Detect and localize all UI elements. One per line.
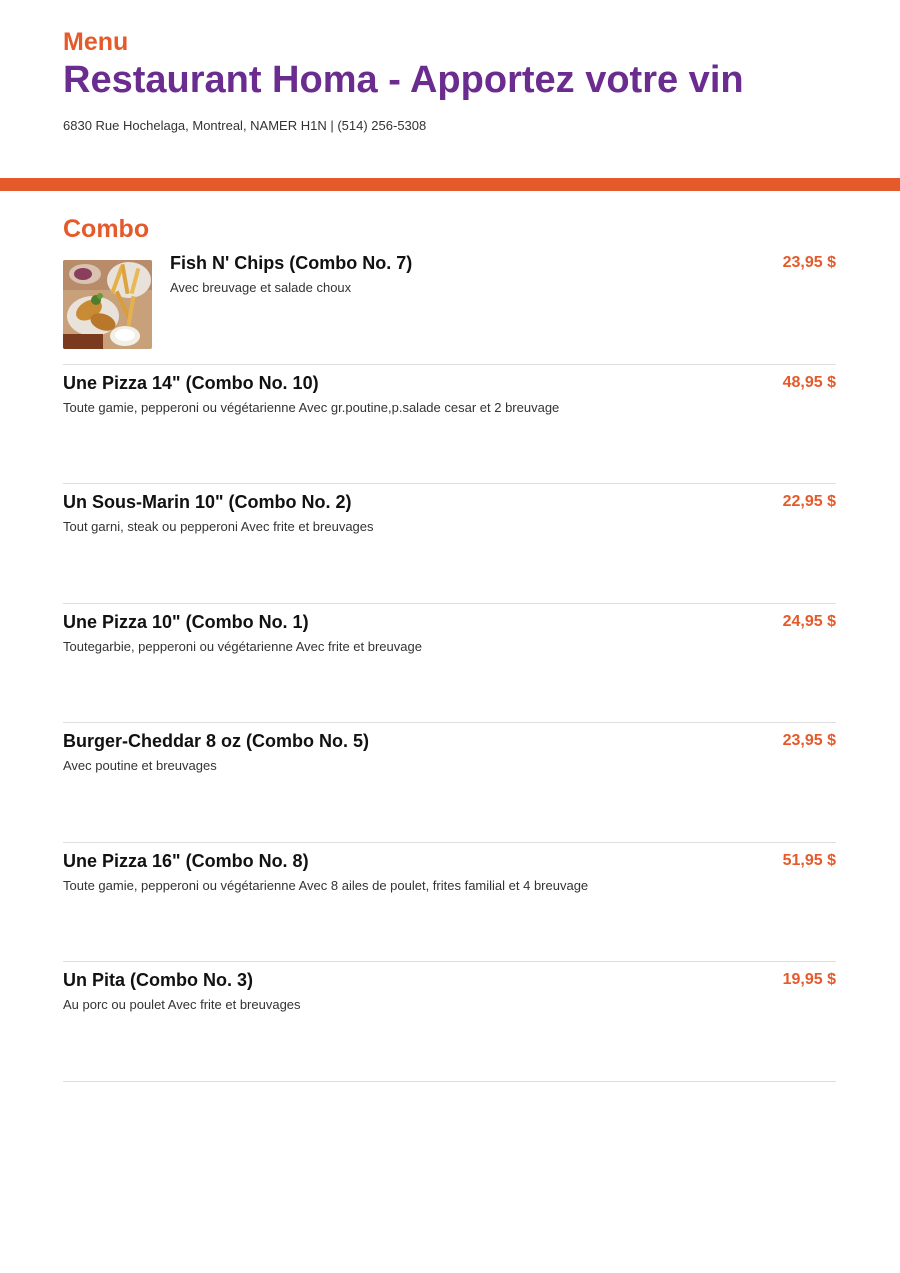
- menu-item-price: 24,95 $: [782, 612, 836, 630]
- menu-header: Menu Restaurant Homa - Apportez votre vi…: [63, 28, 843, 134]
- menu-item: Une Pizza 16" (Combo No. 8) Toute gamie,…: [63, 843, 836, 962]
- menu-item-description: Au porc ou poulet Avec frite et breuvage…: [63, 997, 301, 1012]
- menu-item-name: Burger-Cheddar 8 oz (Combo No. 5): [63, 731, 370, 751]
- menu-item-description: Toutegarbie, pepperoni ou végétarienne A…: [63, 638, 422, 654]
- menu-item: Burger-Cheddar 8 oz (Combo No. 5) Avec p…: [63, 723, 836, 843]
- menu-item-price: 51,95 $: [782, 851, 836, 869]
- menu-item: Une Pizza 10" (Combo No. 1) Toutegarbie,…: [63, 604, 836, 723]
- menu-item-name: Une Pizza 14" (Combo No. 10): [63, 372, 319, 393]
- menu-item: Un Pita (Combo No. 3) Au porc ou poulet …: [63, 962, 836, 1082]
- menu-item-name: Fish N' Chips (Combo No. 7): [170, 253, 413, 273]
- menu-label: Menu: [63, 28, 129, 56]
- menu-item: Fish N' Chips (Combo No. 7) Avec breuvag…: [63, 250, 836, 365]
- restaurant-address: 6830 Rue Hochelaga, Montreal, NAMER H1N …: [63, 118, 427, 133]
- header-divider-bar: [0, 178, 900, 191]
- menu-item-description: Toute gamie, pepperoni ou végétarienne A…: [63, 399, 560, 415]
- menu-item-description: Tout garni, steak ou pepperoni Avec frit…: [63, 519, 374, 534]
- menu-item-name: Un Pita (Combo No. 3): [63, 970, 253, 990]
- section-title: Combo: [63, 215, 150, 243]
- menu-item-name: Une Pizza 16" (Combo No. 8): [63, 850, 309, 871]
- menu-item-description: Avec breuvage et salade choux: [170, 280, 352, 295]
- menu-item-list: Fish N' Chips (Combo No. 7) Avec breuvag…: [63, 250, 836, 1082]
- menu-item: Un Sous-Marin 10" (Combo No. 2) Tout gar…: [63, 484, 836, 604]
- menu-item-description: Avec poutine et breuvages: [63, 758, 217, 773]
- menu-item-price: 19,95 $: [782, 971, 836, 988]
- menu-item-price: 23,95 $: [782, 254, 836, 271]
- menu-item-price: 23,95 $: [782, 732, 836, 749]
- restaurant-name: Restaurant Homa - Apportez votre vin: [63, 59, 744, 101]
- menu-item-name: Une Pizza 10" (Combo No. 1): [63, 611, 309, 632]
- menu-item-description: Toute gamie, pepperoni ou végétarienne A…: [63, 877, 589, 893]
- menu-item-price: 48,95 $: [782, 373, 836, 391]
- menu-item-price: 22,95 $: [782, 493, 836, 510]
- menu-item: Une Pizza 14" (Combo No. 10) Toute gamie…: [63, 365, 836, 484]
- menu-item-name: Un Sous-Marin 10" (Combo No. 2): [63, 492, 352, 512]
